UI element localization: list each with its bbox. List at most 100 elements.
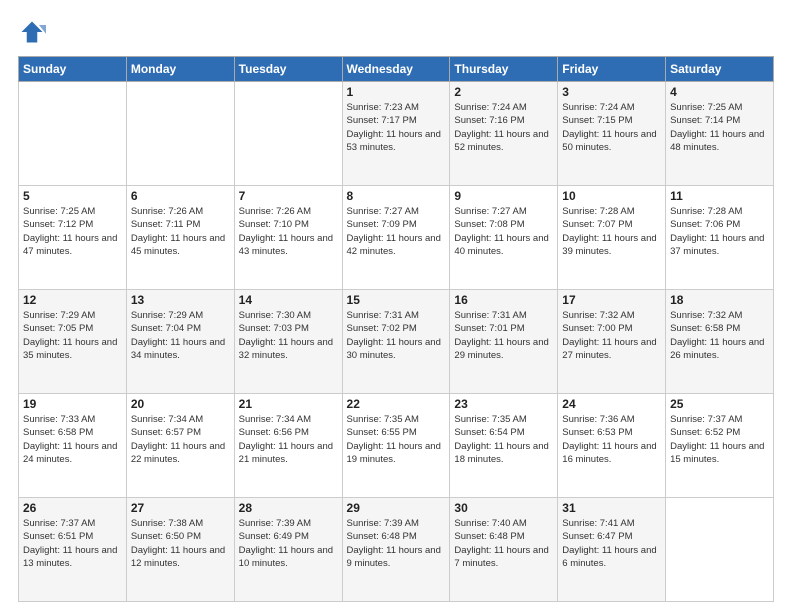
day-number: 26	[23, 501, 122, 515]
day-info: Sunrise: 7:27 AM Sunset: 7:08 PM Dayligh…	[454, 205, 553, 258]
calendar-cell: 6 Sunrise: 7:26 AM Sunset: 7:11 PM Daylig…	[126, 186, 234, 290]
day-number: 4	[670, 85, 769, 99]
day-number: 3	[562, 85, 661, 99]
calendar-cell: 4 Sunrise: 7:25 AM Sunset: 7:14 PM Daylig…	[666, 82, 774, 186]
day-info: Sunrise: 7:24 AM Sunset: 7:16 PM Dayligh…	[454, 101, 553, 154]
day-info: Sunrise: 7:34 AM Sunset: 6:56 PM Dayligh…	[239, 413, 338, 466]
day-number: 31	[562, 501, 661, 515]
calendar-cell: 5 Sunrise: 7:25 AM Sunset: 7:12 PM Daylig…	[19, 186, 127, 290]
day-number: 21	[239, 397, 338, 411]
calendar-header-friday: Friday	[558, 57, 666, 82]
calendar-cell: 31 Sunrise: 7:41 AM Sunset: 6:47 PM Dayli…	[558, 498, 666, 602]
calendar-header-tuesday: Tuesday	[234, 57, 342, 82]
day-info: Sunrise: 7:23 AM Sunset: 7:17 PM Dayligh…	[347, 101, 446, 154]
day-info: Sunrise: 7:39 AM Sunset: 6:48 PM Dayligh…	[347, 517, 446, 570]
day-number: 28	[239, 501, 338, 515]
day-info: Sunrise: 7:28 AM Sunset: 7:06 PM Dayligh…	[670, 205, 769, 258]
calendar-week-row: 26Sunrise: 7:37 AM Sunset: 6:51 PM Dayli…	[19, 498, 774, 602]
calendar-cell: 10 Sunrise: 7:28 AM Sunset: 7:07 PM Dayli…	[558, 186, 666, 290]
day-info: Sunrise: 7:25 AM Sunset: 7:12 PM Dayligh…	[23, 205, 122, 258]
logo-icon	[18, 18, 46, 46]
calendar-cell: 14 Sunrise: 7:30 AM Sunset: 7:03 PM Dayli…	[234, 290, 342, 394]
calendar-header-wednesday: Wednesday	[342, 57, 450, 82]
calendar-header-thursday: Thursday	[450, 57, 558, 82]
calendar-cell: 19 Sunrise: 7:33 AM Sunset: 6:58 PM Dayli…	[19, 394, 127, 498]
day-info: Sunrise: 7:29 AM Sunset: 7:04 PM Dayligh…	[131, 309, 230, 362]
day-number: 8	[347, 189, 446, 203]
day-number: 20	[131, 397, 230, 411]
calendar-cell	[19, 82, 127, 186]
day-info: Sunrise: 7:27 AM Sunset: 7:09 PM Dayligh…	[347, 205, 446, 258]
day-info: Sunrise: 7:35 AM Sunset: 6:55 PM Dayligh…	[347, 413, 446, 466]
calendar-cell: 13 Sunrise: 7:29 AM Sunset: 7:04 PM Dayli…	[126, 290, 234, 394]
calendar-cell: 1 Sunrise: 7:23 AM Sunset: 7:17 PM Daylig…	[342, 82, 450, 186]
calendar-cell: 23 Sunrise: 7:35 AM Sunset: 6:54 PM Dayli…	[450, 394, 558, 498]
day-number: 7	[239, 189, 338, 203]
calendar-week-row: 5 Sunrise: 7:25 AM Sunset: 7:12 PM Daylig…	[19, 186, 774, 290]
calendar-cell: 28 Sunrise: 7:39 AM Sunset: 6:49 PM Dayli…	[234, 498, 342, 602]
day-number: 13	[131, 293, 230, 307]
calendar-cell: 21 Sunrise: 7:34 AM Sunset: 6:56 PM Dayli…	[234, 394, 342, 498]
day-info: Sunrise: 7:30 AM Sunset: 7:03 PM Dayligh…	[239, 309, 338, 362]
day-number: 30	[454, 501, 553, 515]
day-number: 18	[670, 293, 769, 307]
day-info: Sunrise: 7:37 AM Sunset: 6:52 PM Dayligh…	[670, 413, 769, 466]
day-number: 14	[239, 293, 338, 307]
calendar-week-row: 12Sunrise: 7:29 AM Sunset: 7:05 PM Dayli…	[19, 290, 774, 394]
day-number: 17	[562, 293, 661, 307]
day-number: 15	[347, 293, 446, 307]
day-number: 23	[454, 397, 553, 411]
day-info: Sunrise: 7:32 AM Sunset: 6:58 PM Dayligh…	[670, 309, 769, 362]
calendar-cell: 24Sunrise: 7:36 AM Sunset: 6:53 PM Dayli…	[558, 394, 666, 498]
day-number: 19	[23, 397, 122, 411]
day-info: Sunrise: 7:32 AM Sunset: 7:00 PM Dayligh…	[562, 309, 661, 362]
calendar-header-saturday: Saturday	[666, 57, 774, 82]
day-number: 10	[562, 189, 661, 203]
day-number: 12	[23, 293, 122, 307]
day-info: Sunrise: 7:31 AM Sunset: 7:02 PM Dayligh…	[347, 309, 446, 362]
calendar-cell: 29Sunrise: 7:39 AM Sunset: 6:48 PM Dayli…	[342, 498, 450, 602]
day-info: Sunrise: 7:25 AM Sunset: 7:14 PM Dayligh…	[670, 101, 769, 154]
day-info: Sunrise: 7:41 AM Sunset: 6:47 PM Dayligh…	[562, 517, 661, 570]
day-info: Sunrise: 7:31 AM Sunset: 7:01 PM Dayligh…	[454, 309, 553, 362]
calendar-cell: 16 Sunrise: 7:31 AM Sunset: 7:01 PM Dayli…	[450, 290, 558, 394]
day-info: Sunrise: 7:33 AM Sunset: 6:58 PM Dayligh…	[23, 413, 122, 466]
day-number: 5	[23, 189, 122, 203]
day-number: 25	[670, 397, 769, 411]
calendar-cell: 25 Sunrise: 7:37 AM Sunset: 6:52 PM Dayli…	[666, 394, 774, 498]
day-info: Sunrise: 7:35 AM Sunset: 6:54 PM Dayligh…	[454, 413, 553, 466]
calendar-cell	[666, 498, 774, 602]
logo	[18, 18, 50, 46]
day-info: Sunrise: 7:38 AM Sunset: 6:50 PM Dayligh…	[131, 517, 230, 570]
day-info: Sunrise: 7:26 AM Sunset: 7:10 PM Dayligh…	[239, 205, 338, 258]
day-number: 27	[131, 501, 230, 515]
calendar-cell: 7 Sunrise: 7:26 AM Sunset: 7:10 PM Daylig…	[234, 186, 342, 290]
day-info: Sunrise: 7:24 AM Sunset: 7:15 PM Dayligh…	[562, 101, 661, 154]
day-info: Sunrise: 7:36 AM Sunset: 6:53 PM Dayligh…	[562, 413, 661, 466]
day-number: 22	[347, 397, 446, 411]
calendar-cell	[126, 82, 234, 186]
calendar-cell: 26Sunrise: 7:37 AM Sunset: 6:51 PM Dayli…	[19, 498, 127, 602]
day-info: Sunrise: 7:26 AM Sunset: 7:11 PM Dayligh…	[131, 205, 230, 258]
day-info: Sunrise: 7:40 AM Sunset: 6:48 PM Dayligh…	[454, 517, 553, 570]
day-number: 16	[454, 293, 553, 307]
calendar-header-monday: Monday	[126, 57, 234, 82]
calendar-cell: 18 Sunrise: 7:32 AM Sunset: 6:58 PM Dayli…	[666, 290, 774, 394]
calendar-cell: 17 Sunrise: 7:32 AM Sunset: 7:00 PM Dayli…	[558, 290, 666, 394]
calendar-header-sunday: Sunday	[19, 57, 127, 82]
day-number: 6	[131, 189, 230, 203]
day-info: Sunrise: 7:34 AM Sunset: 6:57 PM Dayligh…	[131, 413, 230, 466]
calendar-cell: 22 Sunrise: 7:35 AM Sunset: 6:55 PM Dayli…	[342, 394, 450, 498]
header	[18, 18, 774, 46]
calendar-cell: 11Sunrise: 7:28 AM Sunset: 7:06 PM Dayli…	[666, 186, 774, 290]
day-info: Sunrise: 7:28 AM Sunset: 7:07 PM Dayligh…	[562, 205, 661, 258]
calendar-week-row: 1 Sunrise: 7:23 AM Sunset: 7:17 PM Daylig…	[19, 82, 774, 186]
day-number: 1	[347, 85, 446, 99]
calendar-cell: 15 Sunrise: 7:31 AM Sunset: 7:02 PM Dayli…	[342, 290, 450, 394]
day-info: Sunrise: 7:39 AM Sunset: 6:49 PM Dayligh…	[239, 517, 338, 570]
calendar-cell: 30 Sunrise: 7:40 AM Sunset: 6:48 PM Dayli…	[450, 498, 558, 602]
calendar-cell: 8 Sunrise: 7:27 AM Sunset: 7:09 PM Daylig…	[342, 186, 450, 290]
calendar-week-row: 19 Sunrise: 7:33 AM Sunset: 6:58 PM Dayli…	[19, 394, 774, 498]
calendar-cell: 3 Sunrise: 7:24 AM Sunset: 7:15 PM Daylig…	[558, 82, 666, 186]
calendar-header-row: SundayMondayTuesdayWednesdayThursdayFrid…	[19, 57, 774, 82]
